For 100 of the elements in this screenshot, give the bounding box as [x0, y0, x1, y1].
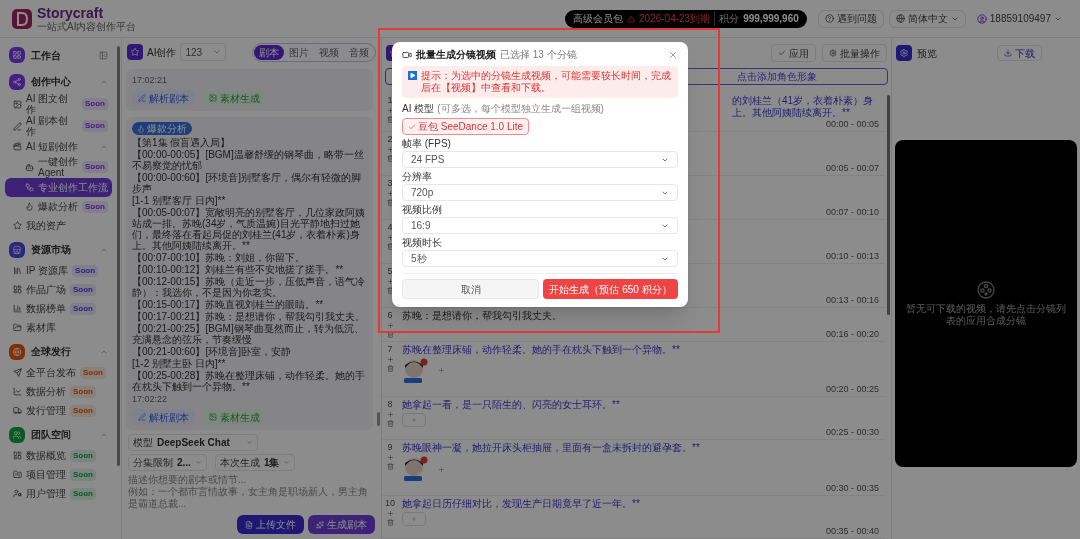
- sidebar-item[interactable]: IP 资源库 Soon: [5, 261, 112, 280]
- user-settings-icon: [13, 489, 22, 498]
- sparkles-icon: [316, 520, 324, 529]
- plus-icon: [411, 417, 417, 423]
- membership-expiry: 2026-04-23到期: [639, 12, 711, 26]
- select-field[interactable]: 5秒: [402, 250, 678, 267]
- batch-select[interactable]: 本次生成 1集: [214, 454, 296, 471]
- download-icon: [1004, 49, 1012, 57]
- generate-assets-button[interactable]: 素材生成: [203, 90, 266, 106]
- sidebar-item-label: 作品广场: [26, 284, 66, 295]
- close-icon[interactable]: [668, 50, 678, 60]
- row-number: 9: [387, 442, 393, 453]
- sidebar-item-label: 专业创作工作流: [38, 182, 108, 193]
- shot-time: 00:30 - 00:35: [825, 482, 879, 493]
- generate-script-button[interactable]: 生成剧本: [308, 515, 375, 534]
- sidebar-item[interactable]: AI 短剧创作: [5, 137, 112, 156]
- chevron-down-icon: [213, 48, 222, 56]
- help-button[interactable]: 遇到问题: [817, 9, 884, 28]
- scrollbar[interactable]: [117, 46, 120, 466]
- membership-label: 高级会员包: [573, 12, 624, 26]
- sidebar-home-link[interactable]: 工作台: [31, 47, 61, 63]
- row-number: 2: [387, 134, 393, 145]
- project-select[interactable]: 123: [180, 43, 227, 61]
- avatar[interactable]: [402, 456, 430, 483]
- sidebar-item-label: AI 图文创作: [26, 93, 70, 115]
- trash-icon[interactable]: [386, 287, 394, 295]
- tab[interactable]: 剧本: [254, 44, 284, 60]
- user-menu[interactable]: 18859109497: [970, 9, 1068, 28]
- star-icon: [13, 221, 22, 230]
- image-slot[interactable]: [402, 511, 426, 526]
- panel-title: 预览: [917, 46, 937, 61]
- sidebar-item[interactable]: 发行管理 Soon: [5, 401, 112, 420]
- plus-icon[interactable]: [386, 146, 394, 154]
- sidebar-item[interactable]: AI 图文创作 Soon: [5, 93, 112, 115]
- sidebar-item[interactable]: 全平台发布 Soon: [5, 363, 112, 382]
- episode-limit-select[interactable]: 分集限制 2...: [128, 454, 207, 471]
- sidebar-item-label: IP 资源库: [26, 265, 69, 276]
- script-line: 【00:00-00:05】[BGM]温馨舒缓的钢琴曲，略带一丝不易察觉的忧郁: [132, 149, 365, 171]
- plus-icon[interactable]: [386, 107, 394, 114]
- apply-button[interactable]: 应用: [771, 44, 816, 62]
- select-field[interactable]: 720p: [402, 184, 678, 201]
- sidebar-group-title[interactable]: 全球发行: [31, 344, 71, 359]
- scrollbar[interactable]: [377, 412, 380, 426]
- sidebar-item[interactable]: 素材库: [5, 318, 112, 337]
- trash-icon[interactable]: [386, 243, 394, 251]
- generate-assets-button[interactable]: 素材生成: [203, 409, 266, 425]
- sidebar-group-title[interactable]: 创作中心: [31, 74, 71, 89]
- globe-icon: [9, 343, 25, 360]
- sidebar-item[interactable]: 数据分析 Soon: [5, 382, 112, 401]
- script-line: 【00:12-00:15】苏晚（走近一步，压低声音，语气冷静）：我选你，不是因为你老实。: [132, 276, 367, 298]
- share-icon: [9, 73, 25, 90]
- language-select[interactable]: 简体中文: [888, 9, 966, 28]
- download-button[interactable]: 下载: [997, 45, 1042, 61]
- sidebar-item[interactable]: 作品广场 Soon: [5, 280, 112, 299]
- plus-icon[interactable]: [386, 278, 394, 286]
- parse-script-button[interactable]: 解析剧本: [132, 90, 195, 106]
- start-generate-button[interactable]: 开始生成（预估 650 积分）: [543, 279, 678, 299]
- tab[interactable]: 视频: [314, 44, 344, 60]
- cancel-button[interactable]: 取消: [402, 279, 539, 299]
- sidebar-item[interactable]: 数据概览 Soon: [5, 446, 112, 465]
- trash-icon[interactable]: [386, 199, 394, 207]
- scrollbar[interactable]: [886, 95, 890, 315]
- collapse-sidebar-icon[interactable]: [99, 50, 108, 60]
- sidebar-group-title[interactable]: 团队空间: [31, 427, 71, 442]
- sidebar-item[interactable]: AI 剧本创作 Soon: [5, 115, 112, 137]
- parse-script-button[interactable]: 解析剧本: [132, 409, 195, 425]
- avatar[interactable]: [402, 357, 430, 384]
- sidebar-item[interactable]: 我的资产: [5, 216, 112, 235]
- script-line: 【第1集 假盲遇入局】: [132, 137, 232, 148]
- line-chart-icon: [13, 387, 22, 396]
- row-number: 10: [385, 497, 395, 508]
- pen-icon: [138, 413, 146, 421]
- grid-icon: [9, 47, 25, 63]
- users-icon: [9, 426, 25, 443]
- sidebar-item[interactable]: 项目管理 Soon: [5, 465, 112, 484]
- script-line: 【00:10-00:12】刘桂兰有些不安地搓了搓手。**: [132, 264, 345, 275]
- tab[interactable]: 图片: [284, 44, 314, 60]
- sidebar-item[interactable]: 爆款分析 Soon: [5, 197, 112, 216]
- sidebar-item[interactable]: 数据榜单 Soon: [5, 299, 112, 318]
- model-select[interactable]: 模型 DeepSeek Chat: [128, 434, 258, 451]
- warning-icon: [627, 14, 636, 23]
- sidebar-item[interactable]: 用户管理 Soon: [5, 484, 112, 503]
- sidebar-item-label: 发行管理: [26, 405, 66, 416]
- sidebar-item[interactable]: 专业创作工作流: [5, 178, 112, 197]
- sidebar-group-title[interactable]: 资源市场: [31, 242, 71, 257]
- trash-icon[interactable]: [386, 155, 394, 163]
- send-icon: [13, 368, 22, 377]
- tab[interactable]: 音频: [344, 44, 374, 60]
- model-chip[interactable]: 豆包 SeeDance 1.0 Lite: [402, 118, 530, 135]
- shot-time: 00:05 - 00:07: [825, 163, 879, 174]
- select-field[interactable]: 16:9: [402, 217, 678, 234]
- chevron-down-icon: [283, 459, 291, 466]
- image-slot[interactable]: [402, 413, 426, 427]
- batch-actions-button[interactable]: 批量操作: [822, 44, 887, 62]
- select-field[interactable]: 24 FPS: [402, 151, 678, 168]
- film-reel-icon: [977, 280, 995, 299]
- upload-file-button[interactable]: 上传文件: [237, 515, 304, 534]
- trash-icon[interactable]: [386, 116, 394, 123]
- plus-icon[interactable]: [386, 234, 394, 242]
- plus-icon[interactable]: [386, 190, 394, 198]
